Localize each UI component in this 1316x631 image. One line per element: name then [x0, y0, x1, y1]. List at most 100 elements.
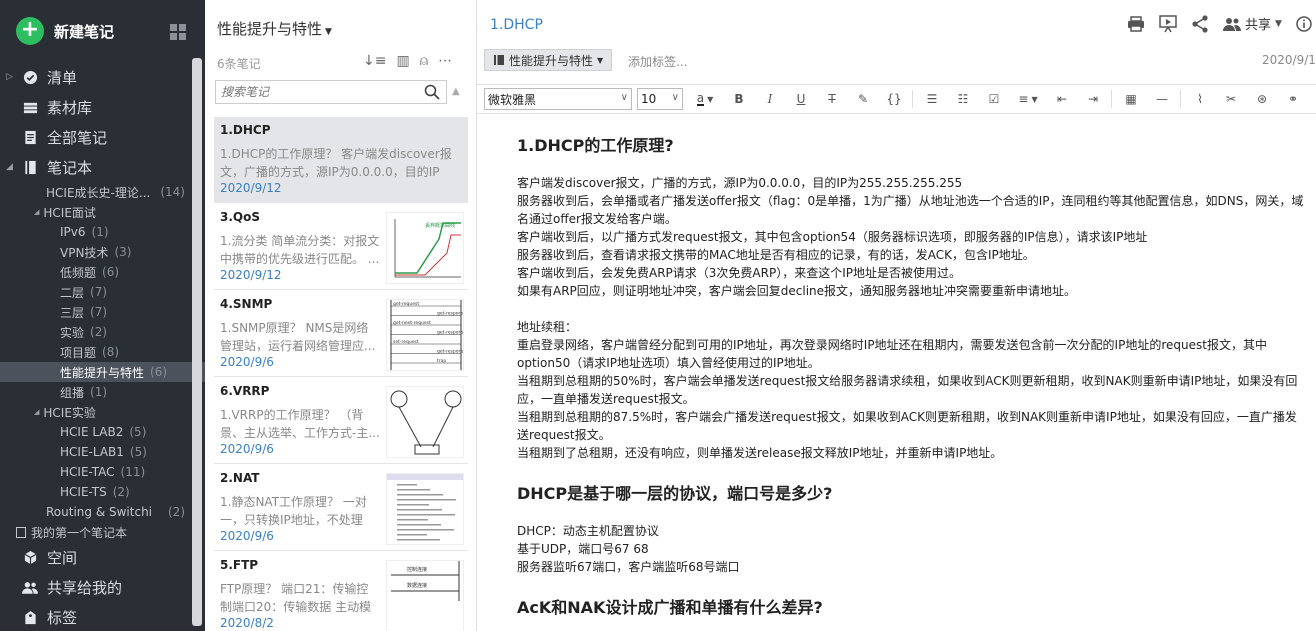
thumb-text: get-request — [393, 301, 419, 307]
sidebar-item-tag[interactable]: 标签 — [0, 602, 205, 631]
font-family-select[interactable]: 微软雅黑 ∨ — [484, 88, 632, 110]
sidebar-item-cube[interactable]: 空间 — [0, 542, 205, 572]
bold-icon[interactable]: B — [727, 88, 751, 110]
italic-icon[interactable]: I — [758, 88, 782, 110]
strikethrough-icon[interactable]: T — [820, 88, 844, 110]
sidebar-item-notebook[interactable]: 项目题 (8) — [0, 342, 205, 362]
horizontal-rule-icon[interactable]: — — [1150, 88, 1174, 110]
sidebar-item-label: 素材库 — [47, 98, 93, 117]
note-card-snippet: 1.流分类 简单流分类：对报文中携带的优先级进行匹配。 ... — [220, 234, 380, 266]
note-card[interactable]: 3.QoS 1.流分类 简单流分类：对报文中携带的优先级进行匹配。 ... 2020… — [214, 204, 468, 290]
more-icon[interactable]: ⋯ — [438, 53, 452, 69]
content-paragraph: 客户端收到后，会发免费ARP请求（3次免费ARP），来查这个IP地址是否被使用过… — [517, 266, 961, 280]
new-note-button[interactable]: + 新建笔记 — [16, 17, 114, 45]
sidebar-item-notebook[interactable]: Routing & Switchi (2) — [0, 502, 205, 522]
notebook-label: 三层 — [60, 305, 85, 320]
print-icon[interactable] — [1127, 15, 1145, 32]
link-icon[interactable]: ⚭ — [1281, 88, 1305, 110]
sidebar-item-notebook[interactable]: HCIE-LAB1 (5) — [0, 442, 205, 462]
notebook-count: (8) — [102, 345, 120, 359]
notebook-count: (2) — [112, 485, 130, 499]
lock-icon[interactable]: ⍝ — [420, 53, 428, 69]
sidebar-item-people[interactable]: 共享给我的 — [0, 572, 205, 602]
note-card[interactable]: 1.DHCP 1.DHCP的工作原理？ 客户端发discover报文，广播的方式，… — [214, 117, 468, 203]
sidebar-item-notebooks[interactable]: ◢ 笔记本 — [0, 152, 205, 182]
present-icon[interactable] — [1159, 14, 1177, 33]
sidebar-item-notebook[interactable]: IPv6 (1) — [0, 222, 205, 242]
attachment-icon[interactable]: ⌇ — [1188, 88, 1212, 110]
highlight-icon[interactable]: ✎ — [851, 88, 875, 110]
indent-icon[interactable]: ⇥ — [1081, 88, 1105, 110]
notebook-count: (7) — [90, 285, 108, 299]
underline-icon[interactable]: U — [789, 88, 813, 110]
share-link-icon[interactable] — [1191, 14, 1209, 33]
note-thumbnail: 控制连接 数据连接 — [386, 560, 464, 631]
code-icon[interactable]: {} — [882, 88, 906, 110]
sidebar-item-checklist[interactable]: ▷ 清单 — [0, 62, 205, 92]
add-tag-input[interactable]: 添加标签... — [628, 53, 687, 70]
note-card-title: 5.FTP — [220, 558, 259, 572]
sidebar-item-materials[interactable]: 素材库 — [0, 92, 205, 122]
sidebar-item-notebook[interactable]: 三层 (7) — [0, 302, 205, 322]
checkbox-list-icon[interactable]: ☑ — [982, 88, 1006, 110]
editor-panel: 1.DHCP 共享 ▼ 性能提升与特性 ▼ 添加标签... 2020/9/12 … — [477, 0, 1316, 631]
expand-arrow-icon[interactable]: ▷ — [6, 72, 16, 82]
note-card[interactable]: 6.VRRP 1.VRRP的工作原理？ （背景、主从选举、工作方式-主... 202… — [214, 378, 468, 464]
sidebar-item-notebook[interactable]: HCIE成长史-理论... (14) — [0, 182, 205, 202]
sidebar-item-notebook[interactable]: ◢ HCIE面试 — [0, 202, 205, 222]
sidebar-item-notebook[interactable]: HCIE LAB2 (5) — [0, 422, 205, 442]
font-size-select[interactable]: 10 ∨ — [637, 88, 683, 110]
notebook-selector[interactable]: 性能提升与特性 ▼ — [484, 49, 613, 71]
numbered-list-icon[interactable]: ☷ — [951, 88, 975, 110]
note-card[interactable]: 5.FTP FTP原理？ 端口21：传输控制端口20：传输数据 主动模式... 20… — [214, 552, 468, 631]
notebook-title-dropdown[interactable]: 性能提升与特性 ▼ — [217, 18, 332, 39]
screenshot-icon[interactable]: ✂ — [1219, 88, 1243, 110]
sort-icon[interactable]: ↓≡ — [363, 53, 386, 69]
note-thumbnail — [386, 473, 464, 545]
note-title[interactable]: 1.DHCP — [490, 17, 543, 33]
sidebar-item-notebook[interactable]: 性能提升与特性 (6) — [0, 362, 205, 382]
outdent-icon[interactable]: ⇤ — [1050, 88, 1074, 110]
sidebar-item-notebook[interactable]: 低频题 (6) — [0, 262, 205, 282]
share-button[interactable]: 共享 ▼ — [1223, 14, 1282, 33]
note-card-date: 2020/9/12 — [220, 181, 282, 195]
notebook-label: HCIE-LAB1 — [60, 445, 124, 459]
layout-grid-icon[interactable] — [170, 24, 186, 40]
search-input[interactable] — [216, 81, 416, 103]
note-thumbnail — [386, 386, 464, 458]
scroll-up-icon[interactable]: ▲ — [452, 86, 460, 97]
search-icon[interactable] — [424, 84, 440, 100]
note-count: 6条笔记 — [217, 57, 261, 71]
info-icon[interactable] — [1296, 15, 1312, 32]
font-color-button[interactable]: a ▼ — [690, 88, 720, 110]
table-icon[interactable]: ▦ — [1119, 88, 1143, 110]
notebook-count: (6) — [102, 265, 120, 279]
notebook-label: HCIE-TS — [60, 485, 107, 499]
notebook-count: (5) — [129, 445, 147, 459]
sidebar-item-notebook[interactable]: VPN技术 (3) — [0, 242, 205, 262]
note-body[interactable]: 1.DHCP的工作原理? 客户端发discover报文，广播的方式，源IP为0.0… — [517, 114, 1307, 631]
content-heading: 1.DHCP的工作原理? — [517, 136, 674, 155]
collapse-arrow-icon[interactable]: ◢ — [34, 408, 39, 416]
stack-icon — [22, 99, 38, 115]
chevron-down-icon: ∨ — [671, 92, 679, 103]
sidebar-item-notebook[interactable]: HCIE-TAC (11) — [0, 462, 205, 482]
collapse-arrow-icon[interactable]: ◢ — [34, 208, 39, 216]
sidebar-item-notebook[interactable]: 组播 (1) — [0, 382, 205, 402]
sidebar-item-notebook[interactable]: 二层 (7) — [0, 282, 205, 302]
sidebar-item-notebook[interactable]: ◢ HCIE实验 — [0, 402, 205, 422]
note-card[interactable]: 2.NAT 1.静态NAT工作原理？ 一对一，只转换IP地址，不处理T... 202… — [214, 465, 468, 551]
notebook-count: (1) — [90, 385, 108, 399]
sidebar-item-notebook[interactable]: 实验 (2) — [0, 322, 205, 342]
notebook-label: HCIE-TAC — [60, 465, 115, 479]
sidebar-scrollbar[interactable] — [192, 58, 202, 626]
more-format-icon[interactable]: ⊛ — [1250, 88, 1274, 110]
align-icon[interactable]: ≡ ▼ — [1013, 88, 1043, 110]
sidebar-item-all-notes[interactable]: 全部笔记 — [0, 122, 205, 152]
sidebar-item-notebook[interactable]: 我的第一个笔记本 — [0, 522, 205, 542]
sidebar-item-notebook[interactable]: HCIE-TS (2) — [0, 482, 205, 502]
view-mode-icon[interactable]: ▥ — [396, 53, 409, 69]
note-card[interactable]: 4.SNMP 1.SNMP原理？ NMS是网络管理站，运行着网络管理应... 202… — [214, 291, 468, 377]
collapse-arrow-icon[interactable]: ◢ — [6, 162, 16, 172]
bullet-list-icon[interactable]: ☰ — [920, 88, 944, 110]
